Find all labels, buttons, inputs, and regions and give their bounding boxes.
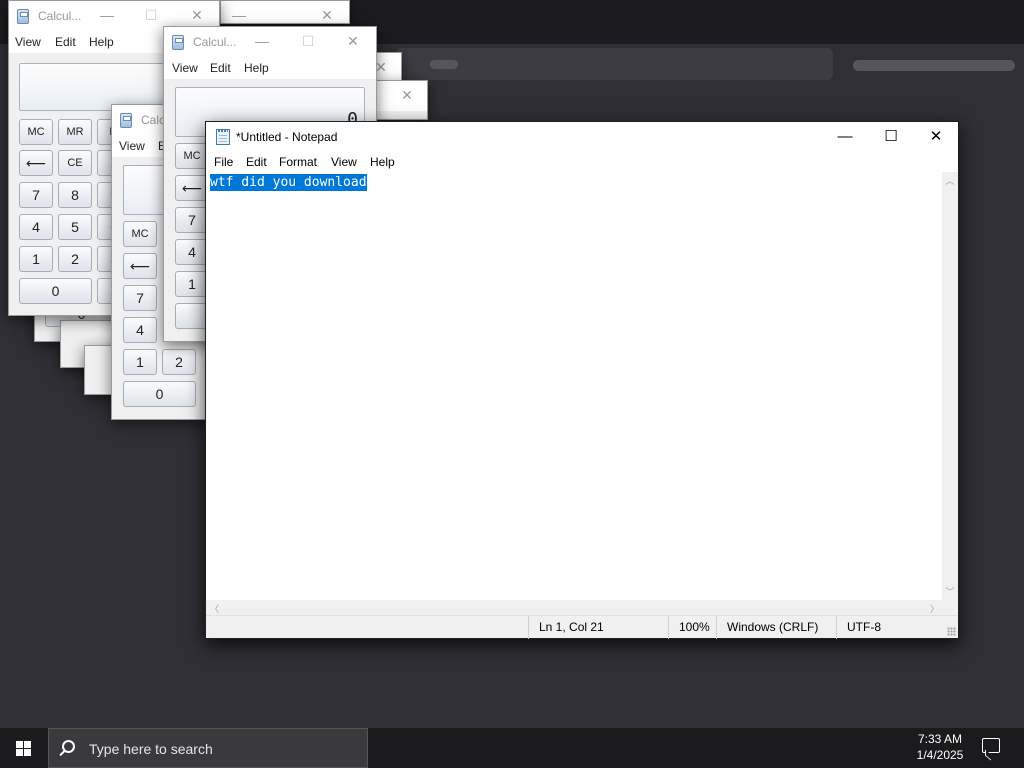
minimize-button[interactable]: — [822,122,868,152]
minimize-icon[interactable]: — [254,33,270,49]
menu-edit[interactable]: Edit [210,61,231,75]
calc-key-4[interactable]: 4 [19,214,53,240]
maximize-button[interactable]: ☐ [868,122,914,152]
calculator-titlebar: — ✕ [221,1,349,23]
start-button[interactable] [0,728,48,768]
close-icon[interactable]: ✕ [319,7,335,23]
clock-time: 7:33 AM [917,732,963,746]
minimize-icon[interactable]: — [99,7,115,23]
system-clock[interactable]: 7:33 AM 1/4/2025 [910,731,970,763]
menu-format[interactable]: Format [279,155,317,169]
menu-edit[interactable]: Edit [246,155,267,169]
calculator-icon [120,113,132,128]
notepad-window: *Untitled - Notepad — ☐ ✕ File Edit Form… [205,121,959,639]
background-search-bar[interactable] [853,60,1015,71]
menu-help[interactable]: Help [370,155,395,169]
calculator-titlebar: ✕ [377,81,427,111]
notepad-text-area[interactable]: wtf did you download [206,172,943,600]
close-icon[interactable]: ✕ [399,87,415,103]
status-cursor-position: Ln 1, Col 21 [528,616,668,639]
calc-key-mr[interactable]: MR [58,119,92,145]
action-center-icon[interactable] [982,738,1000,753]
taskbar: Type here to search 7:33 AM 1/4/2025 [0,728,1024,768]
minimize-icon[interactable]: — [231,7,247,23]
calc-key-backspace[interactable]: ⟵ [19,150,53,176]
clock-date: 1/4/2025 [916,748,964,762]
calc-key-5[interactable]: 5 [58,214,92,240]
close-icon[interactable]: ✕ [345,33,361,49]
menu-help[interactable]: Help [89,35,114,49]
maximize-icon[interactable]: ☐ [300,33,316,49]
maximize-icon[interactable]: ☐ [143,7,159,23]
notepad-menubar: File Edit Format View Help [206,152,958,172]
scroll-down-icon[interactable]: ﹀ [942,585,958,598]
status-line-ending: Windows (CRLF) [716,616,836,639]
search-icon [62,740,75,753]
calculator-title: Calcul... [38,9,82,23]
status-encoding: UTF-8 [836,616,942,639]
scrollbar-corner [942,600,958,616]
calc-key-7[interactable]: 7 [19,182,53,208]
calc-key-0[interactable]: 0 [123,381,196,407]
calc-key-0[interactable]: 0 [19,278,92,304]
taskbar-search-box[interactable]: Type here to search [48,728,368,768]
close-button[interactable]: ✕ [913,122,959,152]
calculator-icon [17,9,29,24]
notepad-titlebar[interactable]: *Untitled - Notepad — ☐ ✕ [206,122,958,152]
vertical-scrollbar[interactable]: ︿ ﹀ [942,172,958,600]
notepad-title: *Untitled - Notepad [236,130,338,144]
calculator-menubar: View Edit Help [164,57,376,79]
calc-key-1[interactable]: 1 [123,349,157,375]
calc-key-mc[interactable]: MC [175,143,209,169]
scroll-right-icon[interactable]: 〉 [930,602,939,615]
menu-file[interactable]: File [214,155,233,169]
calc-key-2[interactable]: 2 [58,246,92,272]
scroll-up-icon[interactable]: ︿ [942,174,958,187]
calc-key-backspace[interactable]: ⟵ [123,253,157,279]
menu-view[interactable]: View [119,139,145,153]
calc-key-4[interactable]: 4 [123,317,157,343]
calc-key-mc[interactable]: MC [19,119,53,145]
calc-key-backspace[interactable]: ⟵ [175,175,209,201]
horizontal-scrollbar[interactable]: 〈 〉 [206,600,943,616]
calc-key-7[interactable]: 7 [175,207,209,233]
calc-key-1[interactable]: 1 [19,246,53,272]
calc-key-2[interactable]: 2 [162,349,196,375]
calculator-titlebar: Calcul... — ☐ ✕ [164,27,376,57]
menu-help[interactable]: Help [244,61,269,75]
resize-grip-icon[interactable] [947,627,956,636]
notepad-status-bar: Ln 1, Col 21 100% Windows (CRLF) UTF-8 [206,615,958,639]
calc-key-1[interactable]: 1 [175,271,209,297]
background-address-bar[interactable] [395,48,833,80]
search-placeholder: Type here to search [89,741,213,757]
status-zoom: 100% [668,616,716,639]
calc-key-ce[interactable]: CE [58,150,92,176]
calc-key-mc[interactable]: MC [123,221,157,247]
background-address-placeholder [430,60,458,69]
scroll-left-icon[interactable]: 〈 [210,602,219,615]
menu-view[interactable]: View [331,155,357,169]
calc-key-7[interactable]: 7 [123,285,157,311]
selected-text[interactable]: wtf did you download [210,174,367,191]
calculator-window-ghost: — ✕ [220,0,350,24]
calculator-window-ghost: ✕ [376,80,428,120]
menu-view[interactable]: View [15,35,41,49]
menu-edit[interactable]: Edit [55,35,76,49]
calc-key-4[interactable]: 4 [175,239,209,265]
close-icon[interactable]: ✕ [189,7,205,23]
menu-view[interactable]: View [172,61,198,75]
notepad-icon [216,129,230,145]
calc-key-8[interactable]: 8 [58,182,92,208]
calculator-icon [172,35,184,50]
calculator-title: Calcul... [193,35,237,49]
